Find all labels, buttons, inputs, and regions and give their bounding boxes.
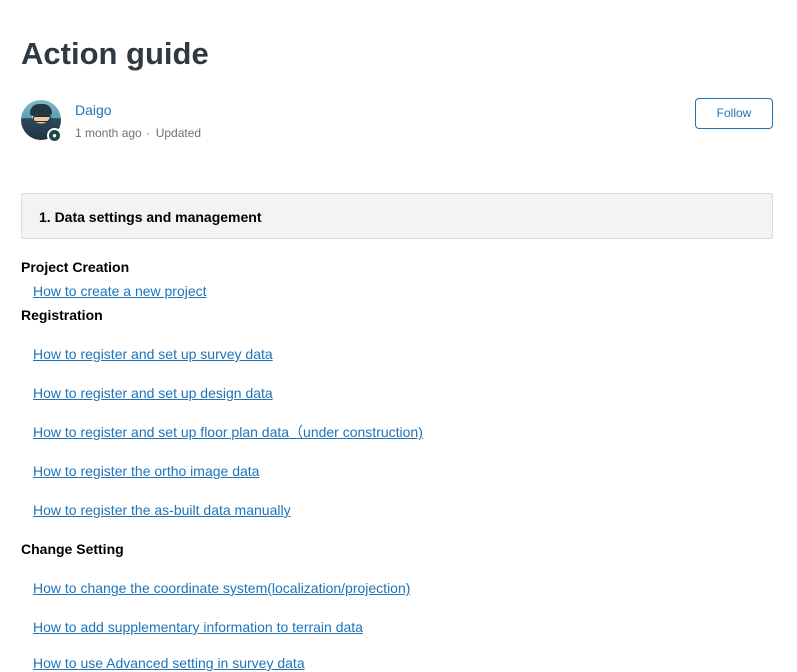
article-title: Action guide — [21, 36, 209, 71]
agent-badge-icon: ● — [47, 128, 62, 143]
article-author: ● Daigo 1 month ago · Updated Follow — [21, 98, 773, 144]
link-advanced-setting-survey[interactable]: How to use Advanced setting in survey da… — [33, 654, 305, 672]
link-create-new-project[interactable]: How to create a new project — [33, 282, 207, 300]
link-register-design-data[interactable]: How to register and set up design data — [33, 384, 273, 402]
author-meta: 1 month ago · Updated — [75, 125, 201, 141]
link-add-supplementary-info[interactable]: How to add supplementary information to … — [33, 618, 363, 636]
avatar-glasses-shape — [33, 116, 51, 122]
updated-label: Updated — [155, 126, 202, 140]
section-header: 1. Data settings and management — [21, 193, 773, 239]
avatar-hair-shape — [30, 104, 52, 116]
group-title-project-creation: Project Creation — [21, 259, 130, 275]
follow-button[interactable]: Follow — [695, 98, 773, 129]
link-register-survey-data[interactable]: How to register and set up survey data — [33, 345, 273, 363]
group-title-change-setting: Change Setting — [21, 541, 124, 557]
link-register-floor-plan-data[interactable]: How to register and set up floor plan da… — [33, 423, 423, 441]
posted-time: 1 month ago — [75, 126, 142, 140]
group-title-registration: Registration — [21, 307, 103, 323]
link-register-ortho-image[interactable]: How to register the ortho image data — [33, 462, 259, 480]
meta-separator: · — [145, 126, 150, 140]
link-change-coordinate-system[interactable]: How to change the coordinate system(loca… — [33, 579, 410, 597]
link-register-as-built-data[interactable]: How to register the as-built data manual… — [33, 501, 291, 519]
section-heading: 1. Data settings and management — [39, 209, 262, 225]
author-name-link[interactable]: Daigo — [75, 101, 112, 119]
